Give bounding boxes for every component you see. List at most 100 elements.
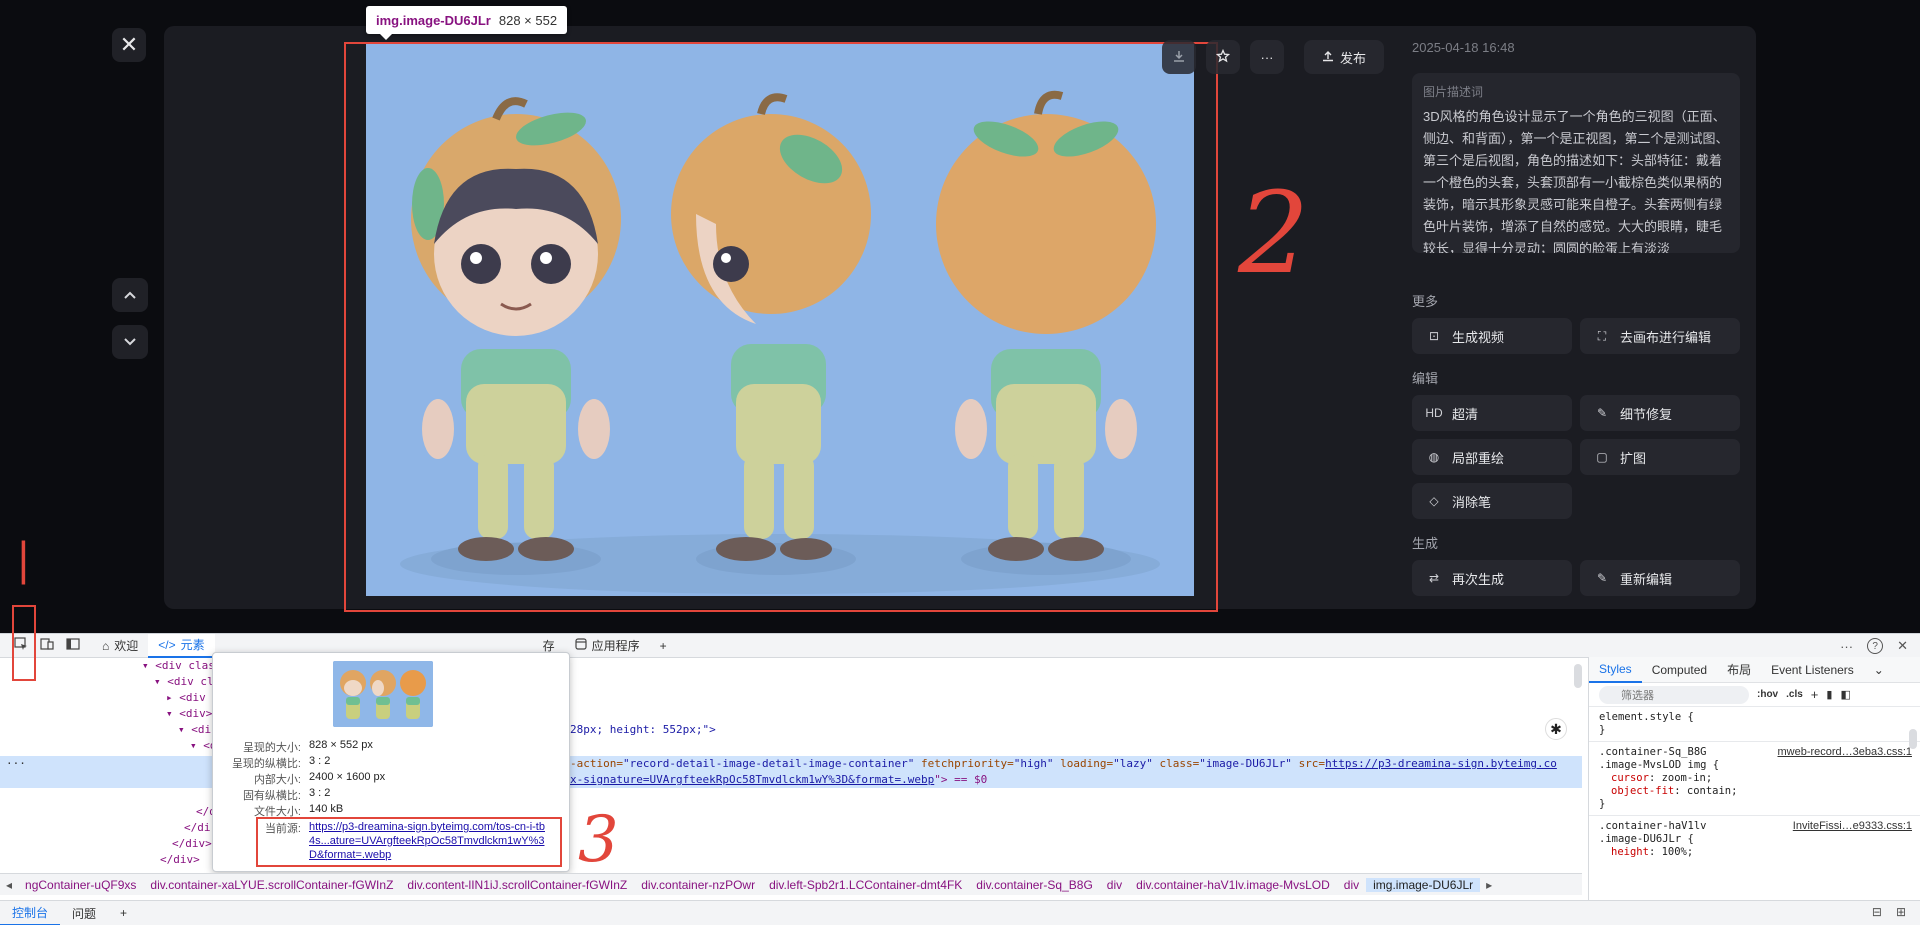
dom-node[interactable]: ▾ <di — [178, 722, 211, 738]
tab-layout[interactable]: 布局 — [1717, 657, 1761, 683]
tab-computed[interactable]: Computed — [1642, 657, 1717, 683]
dock-icon[interactable]: ⊟ — [1872, 905, 1882, 919]
add-drawer-tab-button[interactable]: + — [108, 901, 139, 925]
breadcrumb-item[interactable]: div.container-xaLYUE.scrollContainer-fGW… — [143, 878, 400, 892]
section-more-buttons: ⊡ 生成视频 ⛶ 去画布进行编辑 — [1412, 318, 1742, 354]
breadcrumb-item[interactable]: div.container-nzPOwr — [634, 878, 762, 892]
favorite-button[interactable] — [1206, 40, 1240, 74]
breadcrumb-scroll-right-icon[interactable]: ▸ — [1480, 878, 1498, 892]
paint-icon[interactable]: ▮ — [1826, 688, 1832, 701]
dom-style-fragment: 28px; height: 552px;"> — [570, 723, 716, 736]
tab-welcome-label: 欢迎 — [114, 639, 139, 653]
prompt-text: 3D风格的角色设计显示了一个角色的三视图（正面、侧边、和背面），第一个是正视图，… — [1423, 109, 1729, 253]
hd-icon: HD — [1425, 406, 1443, 420]
img-src-link-cont[interactable]: x-signature=UVArgfteekRpOc58Tmvdlckm1wY%… — [570, 773, 934, 786]
tab-elements-label: 元素 — [180, 638, 205, 652]
close-button[interactable]: ✕ — [112, 28, 146, 62]
hov-toggle[interactable]: :hov — [1757, 689, 1778, 700]
more-tools-icon[interactable]: ··· — [1840, 639, 1853, 654]
expand-drawer-icon[interactable]: ⊞ — [1896, 905, 1906, 919]
dom-close-tag[interactable]: </di — [184, 820, 211, 836]
styles-tabbar: Styles Computed 布局 Event Listeners ⌄ — [1589, 657, 1920, 683]
rule-container-img[interactable]: InviteFissi…e9333.css:1 .container-haV1l… — [1589, 816, 1920, 863]
re-edit-button[interactable]: ✎ 重新编辑 — [1580, 560, 1740, 596]
breadcrumb-item[interactable]: div — [1100, 878, 1129, 892]
chevron-up-icon — [123, 287, 137, 303]
dom-node[interactable]: ▾ <div> — [166, 706, 212, 722]
publish-label: 发布 — [1339, 50, 1366, 66]
styles-tabs-chevron-icon[interactable]: ⌄ — [1864, 657, 1894, 683]
add-rule-icon[interactable]: + — [1811, 687, 1819, 702]
canvas-edit-button[interactable]: ⛶ 去画布进行编辑 — [1580, 318, 1740, 354]
breadcrumb-item-active[interactable]: img.image-DU6JLr — [1366, 877, 1481, 892]
prompt-description-box[interactable]: 图片描述词 3D风格的角色设计显示了一个角色的三视图（正面、侧边、和背面），第一… — [1412, 73, 1740, 253]
help-icon[interactable]: ? — [1867, 638, 1884, 654]
wand-icon: ✎ — [1596, 406, 1608, 420]
accessibility-icon[interactable]: ✱ — [1545, 718, 1567, 740]
download-button[interactable] — [1162, 40, 1196, 74]
eraser-button[interactable]: ◇ 消除笔 — [1412, 483, 1572, 519]
dom-node[interactable]: ▾ <div class — [142, 658, 221, 674]
canvas-edit-label: 去画布进行编辑 — [1620, 329, 1712, 345]
expand-label: 扩图 — [1620, 450, 1647, 466]
dom-node[interactable]: ▸ <div — [166, 690, 206, 706]
inpaint-button[interactable]: ◍ 局部重绘 — [1412, 439, 1572, 475]
repeat-icon: ⇄ — [1428, 571, 1440, 585]
close-devtools-icon[interactable]: ✕ — [1897, 638, 1908, 654]
add-tab-button[interactable]: + — [650, 634, 677, 658]
publish-button[interactable]: 发布 — [1304, 40, 1384, 74]
breadcrumb-item[interactable]: div — [1337, 878, 1366, 892]
detail-sidebar: 2025-04-18 16:48 图片描述词 3D风格的角色设计显示了一个角色的… — [1412, 40, 1742, 596]
inspect-tag-size: 828 × 552 — [498, 12, 558, 28]
canvas-icon: ⛶ — [1597, 328, 1607, 343]
dom-close-tag[interactable]: </div> — [160, 852, 200, 868]
tab-styles[interactable]: Styles — [1589, 657, 1642, 683]
more-button[interactable]: ··· — [1250, 40, 1284, 74]
breadcrumb-item[interactable]: div.left-Spb2r1.LCContainer-dmt4FK — [762, 878, 969, 892]
styles-filter-input[interactable]: 筛选器 — [1599, 685, 1749, 704]
regenerate-button[interactable]: ⇄ 再次生成 — [1412, 560, 1572, 596]
detail-repair-button[interactable]: ✎ 细节修复 — [1580, 395, 1740, 431]
expand-button[interactable]: ▢ 扩图 — [1580, 439, 1740, 475]
dom-scrollbar[interactable] — [1574, 664, 1582, 688]
styles-scrollbar[interactable] — [1909, 729, 1917, 749]
prev-image-button[interactable] — [112, 278, 148, 312]
tab-issues[interactable]: 问题 — [60, 901, 108, 925]
generate-video-button[interactable]: ⊡ 生成视频 — [1412, 318, 1572, 354]
application-icon — [575, 638, 587, 653]
rule-brace: } — [1599, 724, 1606, 736]
rule-element-style[interactable]: element.style { } — [1589, 707, 1920, 742]
dock-side-button[interactable] — [62, 635, 84, 657]
breadcrumb-scroll-left-icon[interactable]: ◂ — [0, 878, 18, 892]
dom-close-tag[interactable]: </div> — [172, 836, 212, 852]
device-toggle-button[interactable] — [36, 635, 58, 657]
info-intrinsic-size: 内部大小: 2400 × 1600 px — [253, 771, 386, 786]
rule-container-image[interactable]: mweb-record…3eba3.css:1 .container-Sq_B8… — [1589, 742, 1920, 816]
code-icon: </> — [158, 637, 176, 652]
tab-application[interactable]: 应用程序 — [565, 634, 650, 658]
dom-breadcrumb: ◂ ngContainer-uQF9xs div.container-xaLYU… — [0, 873, 1582, 895]
detail-repair-label: 细节修复 — [1620, 406, 1673, 422]
tab-event-listeners[interactable]: Event Listeners — [1761, 657, 1864, 683]
breadcrumb-item[interactable]: div.container-haV1lv.image-MvsLOD — [1129, 878, 1337, 892]
rule2-source-link[interactable]: InviteFissi…e9333.css:1 — [1793, 820, 1912, 833]
styles-filter-row: 筛选器 :hov .cls + ▮ ◧ — [1589, 683, 1920, 707]
breadcrumb-item[interactable]: div.container-Sq_B8G — [969, 878, 1100, 892]
toggle-sidebar-icon[interactable]: ◧ — [1840, 688, 1850, 701]
upscale-button[interactable]: HD 超清 — [1412, 395, 1572, 431]
cls-toggle[interactable]: .cls — [1786, 689, 1803, 700]
tab-console[interactable]: 控制台 — [0, 901, 61, 925]
tab-welcome[interactable]: ⌂ 欢迎 — [92, 634, 148, 658]
tab-elements[interactable]: </> 元素 — [148, 633, 215, 658]
section-generate-buttons: ⇄ 再次生成 ✎ 重新编辑 — [1412, 560, 1742, 596]
styles-pane: Styles Computed 布局 Event Listeners ⌄ 筛选器… — [1588, 657, 1920, 900]
rule1-source-link[interactable]: mweb-record…3eba3.css:1 — [1777, 746, 1912, 759]
breadcrumb-item[interactable]: ngContainer-uQF9xs — [18, 878, 143, 892]
rule-brace: } — [1599, 798, 1606, 810]
inspect-tooltip: img.image-DU6JLr 828 × 552 — [366, 6, 568, 40]
breadcrumb-item[interactable]: div.content-lIN1iJ.scrollContainer-fGWIn… — [400, 878, 634, 892]
next-image-button[interactable] — [112, 325, 148, 359]
dom-node[interactable]: ▾ <div cl — [154, 674, 214, 690]
timestamp: 2025-04-18 16:48 — [1412, 40, 1515, 55]
img-src-link[interactable]: https://p3-dreamina-sign.byteimg.co — [1325, 757, 1557, 770]
